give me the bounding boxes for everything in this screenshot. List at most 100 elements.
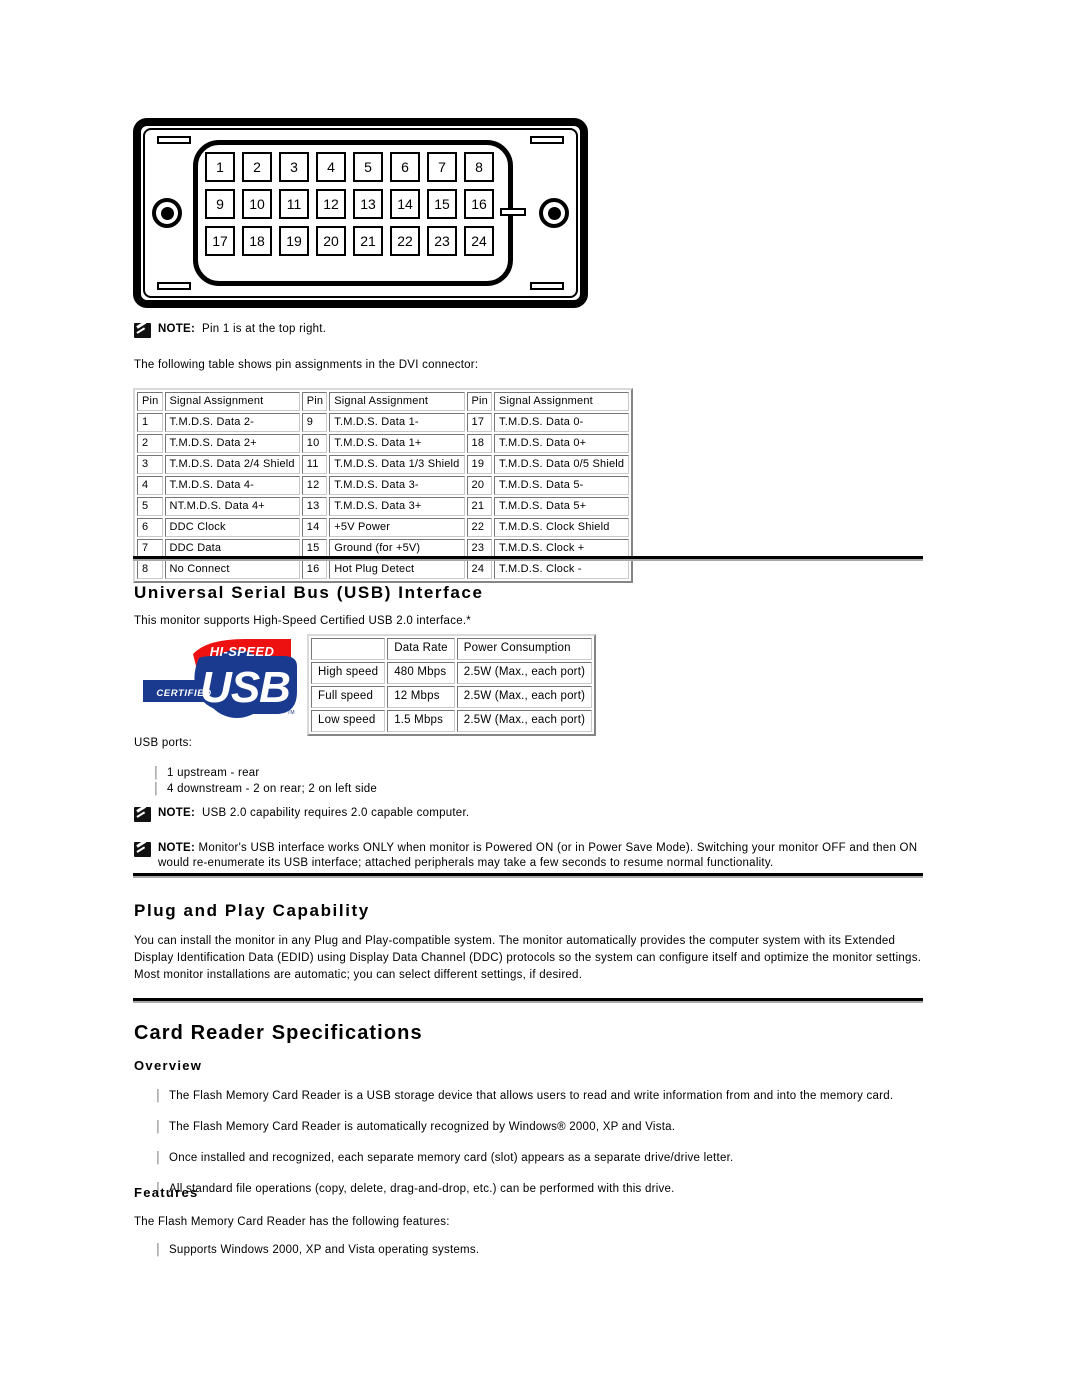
signal-assignment: T.M.D.S. Data 5+ <box>494 497 630 516</box>
signal-assignment: T.M.D.S. Data 2- <box>164 413 300 432</box>
pin-number: 17 <box>466 413 492 432</box>
signal-assignment: T.M.D.S. Data 0+ <box>494 434 630 453</box>
dvi-pin: 18 <box>242 226 272 256</box>
col-header-pin: Pin <box>137 392 163 411</box>
signal-assignment: T.M.D.S. Data 4- <box>164 476 300 495</box>
trademark-text: TM <box>287 710 294 716</box>
pin-number: 3 <box>137 455 163 474</box>
power-consumption-value: 2.5W (Max., each port) <box>456 686 593 708</box>
table-row: 6 DDC Clock 14 +5V Power 22 T.M.D.S. Clo… <box>137 518 630 537</box>
data-rate-value: 12 Mbps <box>387 686 455 708</box>
dvi-mount-tab-bottom-left <box>157 282 191 290</box>
note-pin1: NOTE: Pin 1 is at the top right. <box>134 322 326 338</box>
signal-assignment: DDC Clock <box>164 518 300 537</box>
dvi-screw-hole-right <box>539 198 569 228</box>
pin-number: 20 <box>466 476 492 495</box>
pin-number: 11 <box>301 455 328 474</box>
table-header-row: Data Rate Power Consumption <box>311 638 593 660</box>
pin-number: 18 <box>466 434 492 453</box>
pin-number: 19 <box>466 455 492 474</box>
signal-assignment: T.M.D.S. Data 2/4 Shield <box>164 455 300 474</box>
col-header-pin: Pin <box>301 392 328 411</box>
dvi-pin: 6 <box>390 152 420 182</box>
table-row: 5 NT.M.D.S. Data 4+ 13 T.M.D.S. Data 3+ … <box>137 497 630 516</box>
usb-intro-text: This monitor supports High-Speed Certifi… <box>134 615 472 627</box>
signal-assignment: T.M.D.S. Data 1+ <box>329 434 465 453</box>
dvi-pin: 22 <box>390 226 420 256</box>
bullet-icon: │ <box>155 1152 163 1164</box>
hi-speed-certified-usb-logo: HI-SPEED CERTIFIED USB TM <box>141 636 301 718</box>
dvi-mount-tab-top-left <box>157 136 191 144</box>
pin-number: 5 <box>137 497 163 516</box>
signal-assignment: T.M.D.S. Data 1/3 Shield <box>329 455 465 474</box>
bullet-icon: │ <box>155 1090 163 1102</box>
col-header-pin: Pin <box>466 392 492 411</box>
col-header-signal: Signal Assignment <box>329 392 465 411</box>
list-item-label: The Flash Memory Card Reader is a USB st… <box>169 1090 894 1102</box>
pin-number: 4 <box>137 476 163 495</box>
pin-number: 8 <box>137 560 163 579</box>
signal-assignment: T.M.D.S. Data 1- <box>329 413 465 432</box>
note-usb-power-behavior: NOTE: Monitor's USB interface works ONLY… <box>134 841 924 871</box>
note-pencil-icon <box>134 842 151 857</box>
note-usb20-capability: NOTE: USB 2.0 capability requires 2.0 ca… <box>134 806 469 822</box>
card-reader-overview-list: │ The Flash Memory Card Reader is a USB … <box>155 1088 923 1197</box>
note-label: NOTE: <box>158 807 196 819</box>
dvi-table-intro: The following table shows pin assignment… <box>134 359 479 371</box>
dvi-pin: 3 <box>279 152 309 182</box>
bullet-icon: │ <box>155 1121 163 1133</box>
section-divider <box>133 556 923 561</box>
dvi-pin: 19 <box>279 226 309 256</box>
pin-number: 16 <box>301 560 328 579</box>
dvi-pin: 8 <box>464 152 494 182</box>
dvi-pin: 16 <box>464 189 494 219</box>
col-header-signal: Signal Assignment <box>494 392 630 411</box>
section-divider <box>133 873 923 878</box>
card-reader-features-heading: Features <box>134 1185 199 1200</box>
dvi-pin: 11 <box>279 189 309 219</box>
dvi-pin: 5 <box>353 152 383 182</box>
pin-number: 22 <box>466 518 492 537</box>
table-row: Low speed 1.5 Mbps 2.5W (Max., each port… <box>311 710 593 732</box>
table-row: 3 T.M.D.S. Data 2/4 Shield 11 T.M.D.S. D… <box>137 455 630 474</box>
col-header-power-consumption: Power Consumption <box>456 638 593 660</box>
speed-label: Low speed <box>311 710 386 732</box>
note-text: Monitor's USB interface works ONLY when … <box>158 842 918 869</box>
note-pencil-icon <box>134 323 151 338</box>
signal-assignment: T.M.D.S. Data 0- <box>494 413 630 432</box>
card-reader-features-list: │ Supports Windows 2000, XP and Vista op… <box>155 1242 923 1258</box>
bullet-icon: │ <box>153 783 161 795</box>
dvi-pin: 14 <box>390 189 420 219</box>
dvi-pin: 15 <box>427 189 457 219</box>
signal-assignment: T.M.D.S. Clock Shield <box>494 518 630 537</box>
dvi-pin: 21 <box>353 226 383 256</box>
col-header-signal: Signal Assignment <box>164 392 300 411</box>
signal-assignment: T.M.D.S. Data 2+ <box>164 434 300 453</box>
list-item-label: Supports Windows 2000, XP and Vista oper… <box>169 1244 480 1256</box>
pin-number: 1 <box>137 413 163 432</box>
card-reader-heading: Card Reader Specifications <box>134 1022 423 1044</box>
list-item-label: 1 upstream - rear <box>167 767 260 779</box>
dvi-pin: 2 <box>242 152 272 182</box>
dvi-pin: 13 <box>353 189 383 219</box>
usb-ports-label: USB ports: <box>134 737 193 749</box>
table-row: 1 T.M.D.S. Data 2- 9 T.M.D.S. Data 1- 17… <box>137 413 630 432</box>
dvi-screw-hole-left <box>152 198 182 228</box>
note-pencil-icon <box>134 807 151 822</box>
table-row: High speed 480 Mbps 2.5W (Max., each por… <box>311 662 593 684</box>
list-item: │ 4 downstream - 2 on rear; 2 on left si… <box>153 781 377 797</box>
dvi-pin: 20 <box>316 226 346 256</box>
list-item: │ The Flash Memory Card Reader is a USB … <box>155 1088 923 1104</box>
list-item: │ Supports Windows 2000, XP and Vista op… <box>155 1242 923 1258</box>
dvi-pin: 10 <box>242 189 272 219</box>
dvi-pin: 7 <box>427 152 457 182</box>
list-item: │ Once installed and recognized, each se… <box>155 1150 923 1166</box>
pin-number: 24 <box>466 560 492 579</box>
list-item: │ All standard file operations (copy, de… <box>155 1181 923 1197</box>
usb-wordmark-text: USB <box>200 663 290 712</box>
power-consumption-value: 2.5W (Max., each port) <box>456 662 593 684</box>
bullet-icon: │ <box>155 1244 163 1256</box>
speed-label: High speed <box>311 662 386 684</box>
pin-number: 6 <box>137 518 163 537</box>
usb-ports-list: │ 1 upstream - rear │ 4 downstream - 2 o… <box>153 765 377 797</box>
